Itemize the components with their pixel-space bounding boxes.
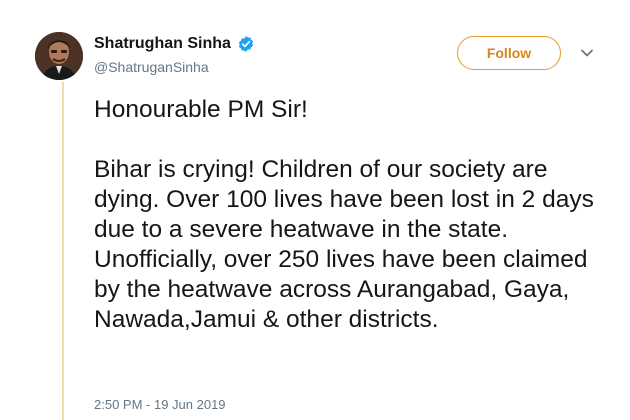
avatar[interactable] [35,32,83,80]
tweet-timestamp[interactable]: 2:50 PM - 19 Jun 2019 [94,397,226,412]
thread-line [62,82,64,420]
author-name-row: Shatrughan Sinha [94,35,255,53]
tweet-text: Honourable PM Sir! Bihar is crying! Chil… [94,96,594,333]
tweet-card: Shatrughan Sinha @ShatruganSinha Follow … [0,0,630,420]
chevron-down-icon[interactable] [580,46,594,60]
follow-button[interactable]: Follow [457,36,561,70]
verified-badge-icon [238,36,253,52]
author-name[interactable]: Shatrughan Sinha [94,35,231,53]
author-handle[interactable]: @ShatruganSinha [94,59,209,75]
user-avatar-icon [35,32,83,80]
